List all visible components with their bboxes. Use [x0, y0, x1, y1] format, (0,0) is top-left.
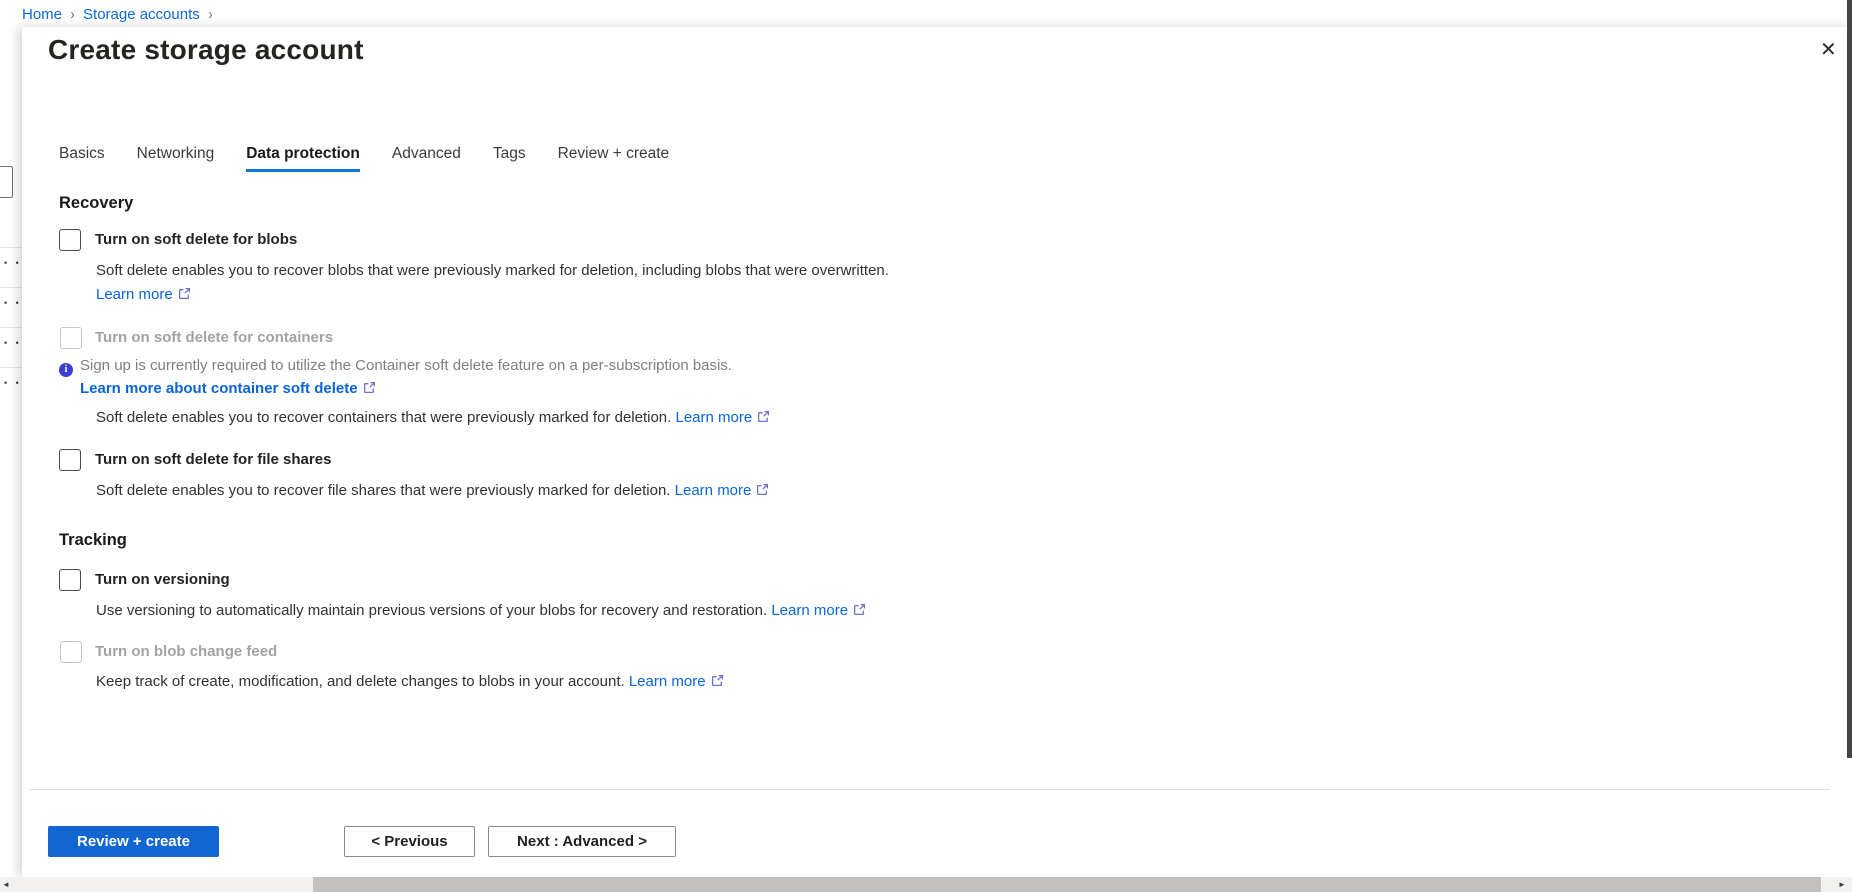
background-row-divider [0, 247, 22, 248]
learn-more-row: Learn more [96, 285, 191, 305]
label-blob-change-feed: Turn on blob change feed [95, 643, 277, 660]
chevron-right-icon: › [71, 6, 75, 23]
checkbox-soft-delete-containers [60, 327, 82, 349]
background-row-divider [0, 367, 22, 368]
tracking-section-heading: Tracking [59, 531, 127, 550]
label-soft-delete-blobs[interactable]: Turn on soft delete for blobs [95, 231, 297, 248]
checkbox-soft-delete-blobs[interactable] [59, 229, 81, 251]
desc-soft-delete-containers-row: Soft delete enables you to recover conta… [96, 408, 770, 428]
tab-review-create[interactable]: Review + create [558, 145, 670, 172]
checkbox-versioning[interactable] [59, 569, 81, 591]
external-link-icon [756, 483, 769, 496]
containers-info-row: i Sign up is currently required to utiliz… [59, 356, 732, 377]
tab-data-protection[interactable]: Data protection [246, 145, 360, 172]
desc-blob-change-feed-row: Keep track of create, modification, and … [96, 672, 724, 692]
learn-more-versioning-link[interactable]: Learn more [771, 602, 848, 619]
desc-soft-delete-containers: Soft delete enables you to recover conta… [96, 409, 671, 426]
tab-bar: Basics Networking Data protection Advanc… [59, 145, 701, 172]
background-row-divider [0, 327, 22, 328]
external-link-icon [363, 381, 376, 394]
horizontal-scrollbar[interactable]: ◄ ► [0, 877, 1852, 892]
label-soft-delete-file-shares[interactable]: Turn on soft delete for file shares [95, 451, 331, 468]
background-row-divider [0, 287, 22, 288]
desc-versioning: Use versioning to automatically maintain… [96, 602, 767, 619]
container-soft-delete-link-row: Learn more about container soft delete [80, 379, 376, 399]
desc-soft-delete-blobs: Soft delete enables you to recover blobs… [96, 261, 889, 281]
external-link-icon [711, 674, 724, 687]
close-icon[interactable]: ✕ [1820, 40, 1837, 60]
breadcrumb-storage-accounts-link[interactable]: Storage accounts [83, 6, 200, 23]
next-advanced-button[interactable]: Next : Advanced > [488, 826, 676, 857]
label-versioning[interactable]: Turn on versioning [95, 571, 230, 588]
tab-advanced[interactable]: Advanced [392, 145, 461, 172]
learn-more-file-shares-link[interactable]: Learn more [675, 482, 752, 499]
vertical-scrollbar[interactable] [1847, 0, 1852, 758]
row-ellipsis-icon: • • [4, 378, 22, 388]
page-title: Create storage account [48, 34, 364, 66]
learn-more-blobs-link[interactable]: Learn more [96, 286, 173, 303]
learn-more-containers-link[interactable]: Learn more [676, 409, 753, 426]
breadcrumb-home-link[interactable]: Home [22, 6, 62, 23]
tab-tags[interactable]: Tags [493, 145, 526, 172]
checkbox-blob-change-feed [60, 641, 82, 663]
scroll-left-icon[interactable]: ◄ [2, 880, 10, 889]
row-ellipsis-icon: • • [4, 298, 22, 308]
background-searchbox-fragment [0, 166, 13, 198]
scroll-right-icon[interactable]: ► [1838, 880, 1846, 889]
footer-divider [30, 789, 1830, 790]
desc-soft-delete-file-shares: Soft delete enables you to recover file … [96, 482, 670, 499]
breadcrumb: Home › Storage accounts › [22, 4, 213, 24]
desc-blob-change-feed: Keep track of create, modification, and … [96, 673, 625, 690]
external-link-icon [757, 410, 770, 423]
row-ellipsis-icon: • • [4, 338, 22, 348]
review-create-button[interactable]: Review + create [48, 826, 219, 857]
external-link-icon [178, 287, 191, 300]
tab-networking[interactable]: Networking [137, 145, 215, 172]
chevron-right-icon: › [208, 6, 212, 23]
learn-more-change-feed-link[interactable]: Learn more [629, 673, 706, 690]
tab-basics[interactable]: Basics [59, 145, 105, 172]
desc-soft-delete-file-shares-row: Soft delete enables you to recover file … [96, 481, 769, 501]
containers-info-text: Sign up is currently required to utilize… [80, 357, 732, 374]
recovery-section-heading: Recovery [59, 194, 133, 213]
checkbox-soft-delete-file-shares[interactable] [59, 449, 81, 471]
previous-button[interactable]: < Previous [344, 826, 475, 857]
info-icon: i [59, 363, 73, 377]
row-ellipsis-icon: • • [4, 258, 22, 268]
learn-more-container-soft-delete-link[interactable]: Learn more about container soft delete [80, 380, 358, 397]
desc-versioning-row: Use versioning to automatically maintain… [96, 601, 866, 621]
horizontal-scrollbar-thumb[interactable] [313, 877, 1821, 892]
external-link-icon [853, 603, 866, 616]
label-soft-delete-containers: Turn on soft delete for containers [95, 329, 333, 346]
